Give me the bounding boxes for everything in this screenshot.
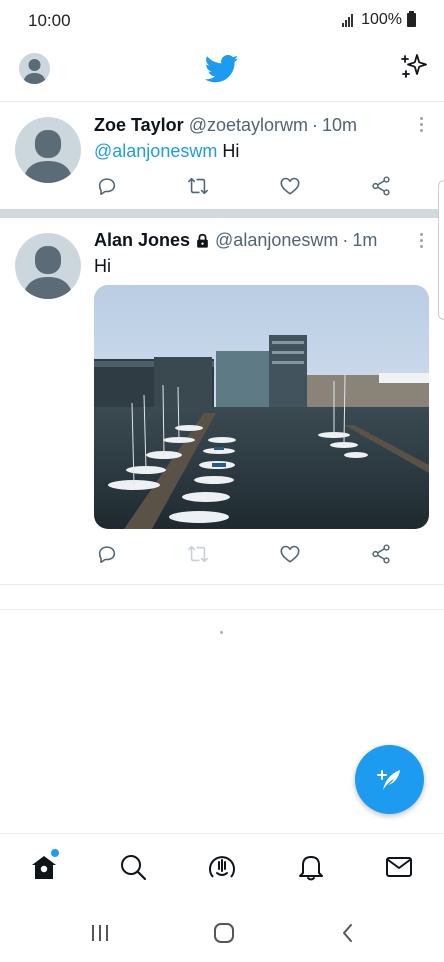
tweet-text: Hi [94, 254, 429, 278]
tweet-text-content: Hi [222, 141, 240, 161]
tweet-actions [94, 174, 394, 198]
profile-avatar[interactable] [19, 53, 50, 84]
sparkle-icon[interactable] [399, 52, 429, 82]
system-nav-bar [0, 901, 444, 962]
tweet-actions [94, 542, 394, 566]
tweet-text-content: Hi [94, 256, 111, 276]
share-icon [372, 544, 390, 564]
search-icon [121, 855, 147, 881]
retweet-button [185, 542, 211, 566]
tweet-text: @alanjoneswm Hi [94, 139, 429, 163]
signal-icon [342, 13, 356, 27]
default-avatar-icon [23, 246, 73, 299]
feed-divider [0, 584, 444, 585]
retweet-button[interactable] [185, 174, 211, 198]
like-icon [280, 545, 300, 563]
reply-button[interactable] [94, 174, 120, 198]
avatar[interactable] [15, 233, 81, 299]
tweet-photo[interactable] [94, 285, 429, 529]
tab-messages[interactable] [384, 852, 414, 882]
author-name[interactable]: Alan Jones [94, 229, 190, 251]
harbor-photo-image [94, 285, 429, 529]
retweet-icon [188, 545, 209, 563]
like-button[interactable] [277, 174, 303, 198]
more-options-icon[interactable] [420, 117, 424, 133]
tweet-body: Zoe Taylor @zoetaylorwm · 10m @alanjones… [94, 114, 429, 163]
reply-icon [98, 546, 116, 564]
tab-spaces[interactable] [207, 852, 237, 882]
twitter-logo-icon[interactable] [205, 54, 239, 84]
retweet-icon [188, 177, 209, 195]
like-icon [280, 177, 300, 195]
tweet-time: 1m [352, 230, 378, 250]
default-avatar-icon [23, 130, 73, 183]
tweet-time: 10m [322, 115, 358, 135]
recent-apps-icon [92, 925, 108, 941]
like-button[interactable] [277, 542, 303, 566]
edge-panel-handle[interactable] [438, 180, 444, 320]
separator-dot: · [312, 115, 318, 135]
tweet-header: Zoe Taylor @zoetaylorwm · 10m [94, 114, 429, 136]
tweet-header: Alan Jones @alanjoneswm · 1m [94, 229, 429, 251]
compose-tweet-button[interactable] [355, 745, 424, 814]
compose-tweet-icon [376, 769, 400, 790]
protected-lock-icon [197, 233, 208, 248]
bottom-tab-bar [0, 833, 444, 901]
author-handle[interactable]: @alanjoneswm [215, 229, 338, 251]
tab-home[interactable] [29, 849, 59, 882]
tweet-body: Alan Jones @alanjoneswm · 1m Hi [94, 229, 429, 278]
tweet-zoe-taylor[interactable]: Zoe Taylor @zoetaylorwm · 10m @alanjones… [0, 103, 444, 209]
default-avatar-icon [23, 59, 46, 84]
spaces-icon [209, 856, 235, 878]
tab-notifications[interactable] [296, 852, 326, 882]
share-icon [372, 176, 390, 196]
back-icon [343, 924, 352, 942]
recent-apps-button[interactable] [88, 921, 112, 945]
battery-text: 100% [361, 11, 402, 28]
avatar[interactable] [15, 117, 81, 183]
separator-dot: · [342, 230, 349, 250]
loading-indicator [220, 631, 223, 634]
new-content-dot [51, 849, 59, 857]
reply-icon [98, 178, 116, 196]
mention-link[interactable]: @alanjoneswm [94, 141, 217, 161]
more-options-icon[interactable] [420, 233, 424, 249]
tab-search[interactable] [118, 852, 148, 882]
status-time: 10:00 [28, 11, 71, 30]
home-circle-icon [214, 923, 234, 943]
back-button[interactable] [336, 921, 360, 945]
author-name[interactable]: Zoe Taylor [94, 114, 184, 136]
messages-icon [386, 857, 412, 877]
share-button[interactable] [368, 542, 394, 566]
battery-icon [407, 11, 416, 27]
notifications-icon [299, 856, 323, 881]
tweet-separator [0, 209, 444, 218]
reply-button[interactable] [94, 542, 120, 566]
author-handle[interactable]: @zoetaylorwm [189, 114, 308, 136]
feed-divider [0, 609, 444, 610]
home-button[interactable] [212, 921, 236, 945]
status-bar: 10:00 100% [0, 0, 444, 42]
app-header [0, 42, 444, 102]
share-button[interactable] [368, 174, 394, 198]
status-right: 100% [342, 11, 416, 29]
